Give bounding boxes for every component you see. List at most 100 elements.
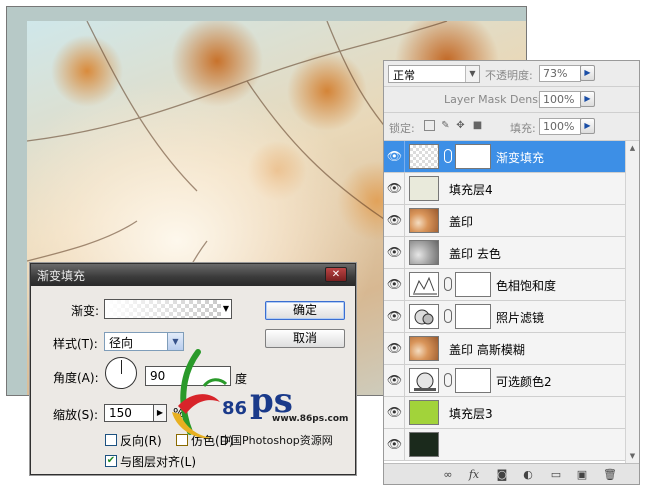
mask-density-input[interactable]: 100% xyxy=(539,91,581,108)
reverse-label: 反向(R) xyxy=(120,434,162,448)
opacity-label: 不透明度: xyxy=(485,69,533,82)
layer-row-selective-color[interactable]: 👁 可选颜色2 xyxy=(384,365,625,397)
gradient-preview[interactable] xyxy=(104,299,222,319)
scale-unit: % xyxy=(173,406,185,420)
chevron-down-icon: ▼ xyxy=(465,66,479,82)
layer-row-stamp-gaussian-blur[interactable]: 👁 盖印 高斯模糊 xyxy=(384,333,625,365)
blend-mode-select[interactable]: 正常 ▼ xyxy=(388,65,480,83)
eye-icon[interactable]: 👁 xyxy=(385,365,405,396)
reverse-checkbox[interactable] xyxy=(105,434,117,446)
mask-density-label: Layer Mask Density xyxy=(444,93,552,106)
align-label: 与图层对齐(L) xyxy=(120,455,197,469)
eye-icon[interactable]: 👁 xyxy=(385,397,405,428)
layer-list: 👁 渐变填充 👁 填充层4 👁 盖印 👁 盖印 去色 👁 色相饱和度 👁 照片滤… xyxy=(384,141,625,463)
angle-dial[interactable] xyxy=(105,357,137,389)
layer-thumbnail xyxy=(409,400,439,425)
align-checkbox[interactable]: ✔ xyxy=(105,455,117,467)
chevron-down-icon[interactable]: ▼ xyxy=(167,333,183,350)
lock-move-icon[interactable]: ✥ xyxy=(455,120,466,131)
fill-input[interactable]: 100% xyxy=(539,118,581,135)
lock-row: 锁定: ✎ ✥ ■ 填充: 100% ▶ xyxy=(384,113,639,141)
photo-filter-icon xyxy=(409,304,439,329)
lock-transparent-icon[interactable] xyxy=(424,120,435,131)
opacity-input[interactable]: 73% xyxy=(539,65,581,82)
new-group-icon[interactable]: ▭ xyxy=(548,467,564,482)
dialog-title: 渐变填充 xyxy=(37,269,86,283)
dither-checkbox[interactable] xyxy=(176,434,188,446)
mask-density-row: Layer Mask Density 100% ▶ xyxy=(384,87,639,113)
layer-row-stamp[interactable]: 👁 盖印 xyxy=(384,205,625,237)
layer-thumbnail xyxy=(409,432,439,457)
angle-unit: 度 xyxy=(235,372,248,386)
lock-label: 锁定: xyxy=(389,122,415,135)
eye-icon[interactable]: 👁 xyxy=(385,237,405,268)
layer-thumbnail xyxy=(409,240,439,265)
style-value: 径向 xyxy=(109,336,134,350)
angle-input[interactable]: 90 xyxy=(145,366,231,386)
add-mask-icon[interactable]: ◙ xyxy=(494,467,510,482)
layers-scrollbar[interactable]: ▲ ▼ xyxy=(625,141,639,463)
mask-density-slider-button[interactable]: ▶ xyxy=(580,91,595,107)
layers-panel: 正常 ▼ 不透明度: 73% ▶ Layer Mask Density 100%… xyxy=(383,60,640,485)
selective-color-icon xyxy=(409,368,439,393)
blend-row: 正常 ▼ 不透明度: 73% ▶ xyxy=(384,61,639,87)
eye-icon[interactable]: 👁 xyxy=(385,173,405,204)
layer-thumbnail xyxy=(409,336,439,361)
layer-name: 填充层4 xyxy=(449,183,493,197)
scale-slider-button[interactable]: ▶ xyxy=(154,404,167,422)
scroll-up-icon[interactable]: ▲ xyxy=(626,141,639,155)
lock-brush-icon[interactable]: ✎ xyxy=(440,120,451,131)
eye-icon[interactable]: 👁 xyxy=(385,333,405,364)
layer-mask-thumbnail[interactable] xyxy=(455,144,491,169)
layer-style-icon[interactable]: fx xyxy=(466,467,482,482)
layer-row-fill-4[interactable]: 👁 填充层4 xyxy=(384,173,625,205)
layer-row-stamp-desaturate[interactable]: 👁 盖印 去色 xyxy=(384,237,625,269)
style-select[interactable]: 径向 ▼ xyxy=(104,332,184,351)
close-icon[interactable]: ✕ xyxy=(325,267,347,282)
layer-name: 渐变填充 xyxy=(496,151,545,165)
style-label: 样式(T): xyxy=(53,337,98,351)
cancel-button[interactable]: 取消 xyxy=(265,329,345,348)
gradient-label: 渐变: xyxy=(71,304,100,318)
eye-icon[interactable]: 👁 xyxy=(385,301,405,332)
link-icon xyxy=(444,277,452,291)
eye-icon[interactable]: 👁 xyxy=(385,141,405,172)
blend-mode-value: 正常 xyxy=(393,69,415,82)
ok-button[interactable]: 确定 xyxy=(265,301,345,320)
layer-row-fill-3[interactable]: 👁 填充层3 xyxy=(384,397,625,429)
layer-name: 填充层3 xyxy=(449,407,493,421)
layer-name: 盖印 xyxy=(449,215,474,229)
adjustment-layer-icon[interactable]: ◐ xyxy=(520,467,536,482)
layer-name: 色相饱和度 xyxy=(496,279,557,293)
lock-all-icon[interactable]: ■ xyxy=(472,120,483,131)
layer-row-hue-saturation[interactable]: 👁 色相饱和度 xyxy=(384,269,625,301)
hue-saturation-icon xyxy=(409,272,439,297)
layer-mask-thumbnail[interactable] xyxy=(455,304,491,329)
layer-thumbnail xyxy=(409,144,439,169)
trash-icon[interactable]: 🗑 xyxy=(602,467,618,482)
scale-input[interactable]: 150 xyxy=(104,404,154,422)
layer-row-partial[interactable]: 👁 xyxy=(384,429,625,461)
eye-icon[interactable]: 👁 xyxy=(385,269,405,300)
scroll-down-icon[interactable]: ▼ xyxy=(626,449,639,463)
dialog-titlebar[interactable]: 渐变填充 ✕ xyxy=(31,264,355,286)
scale-label: 缩放(S): xyxy=(53,408,99,422)
link-layers-icon[interactable]: ∞ xyxy=(440,467,456,482)
chevron-down-icon[interactable]: ▼ xyxy=(221,299,232,319)
layer-mask-thumbnail[interactable] xyxy=(455,368,491,393)
link-icon xyxy=(444,309,452,323)
layer-row-gradient-fill[interactable]: 👁 渐变填充 xyxy=(384,141,625,173)
eye-icon[interactable]: 👁 xyxy=(385,429,405,460)
dither-label: 仿色(D) xyxy=(191,434,234,448)
layer-mask-thumbnail[interactable] xyxy=(455,272,491,297)
fill-slider-button[interactable]: ▶ xyxy=(580,118,595,134)
layer-row-photo-filter[interactable]: 👁 照片滤镜 xyxy=(384,301,625,333)
eye-icon[interactable]: 👁 xyxy=(385,205,405,236)
link-icon xyxy=(444,373,452,387)
opacity-slider-button[interactable]: ▶ xyxy=(580,65,595,81)
link-icon xyxy=(444,149,452,163)
layer-name: 照片滤镜 xyxy=(496,311,545,325)
new-layer-icon[interactable]: ▣ xyxy=(574,467,590,482)
layer-name: 盖印 去色 xyxy=(449,247,501,261)
angle-label: 角度(A): xyxy=(53,371,99,385)
